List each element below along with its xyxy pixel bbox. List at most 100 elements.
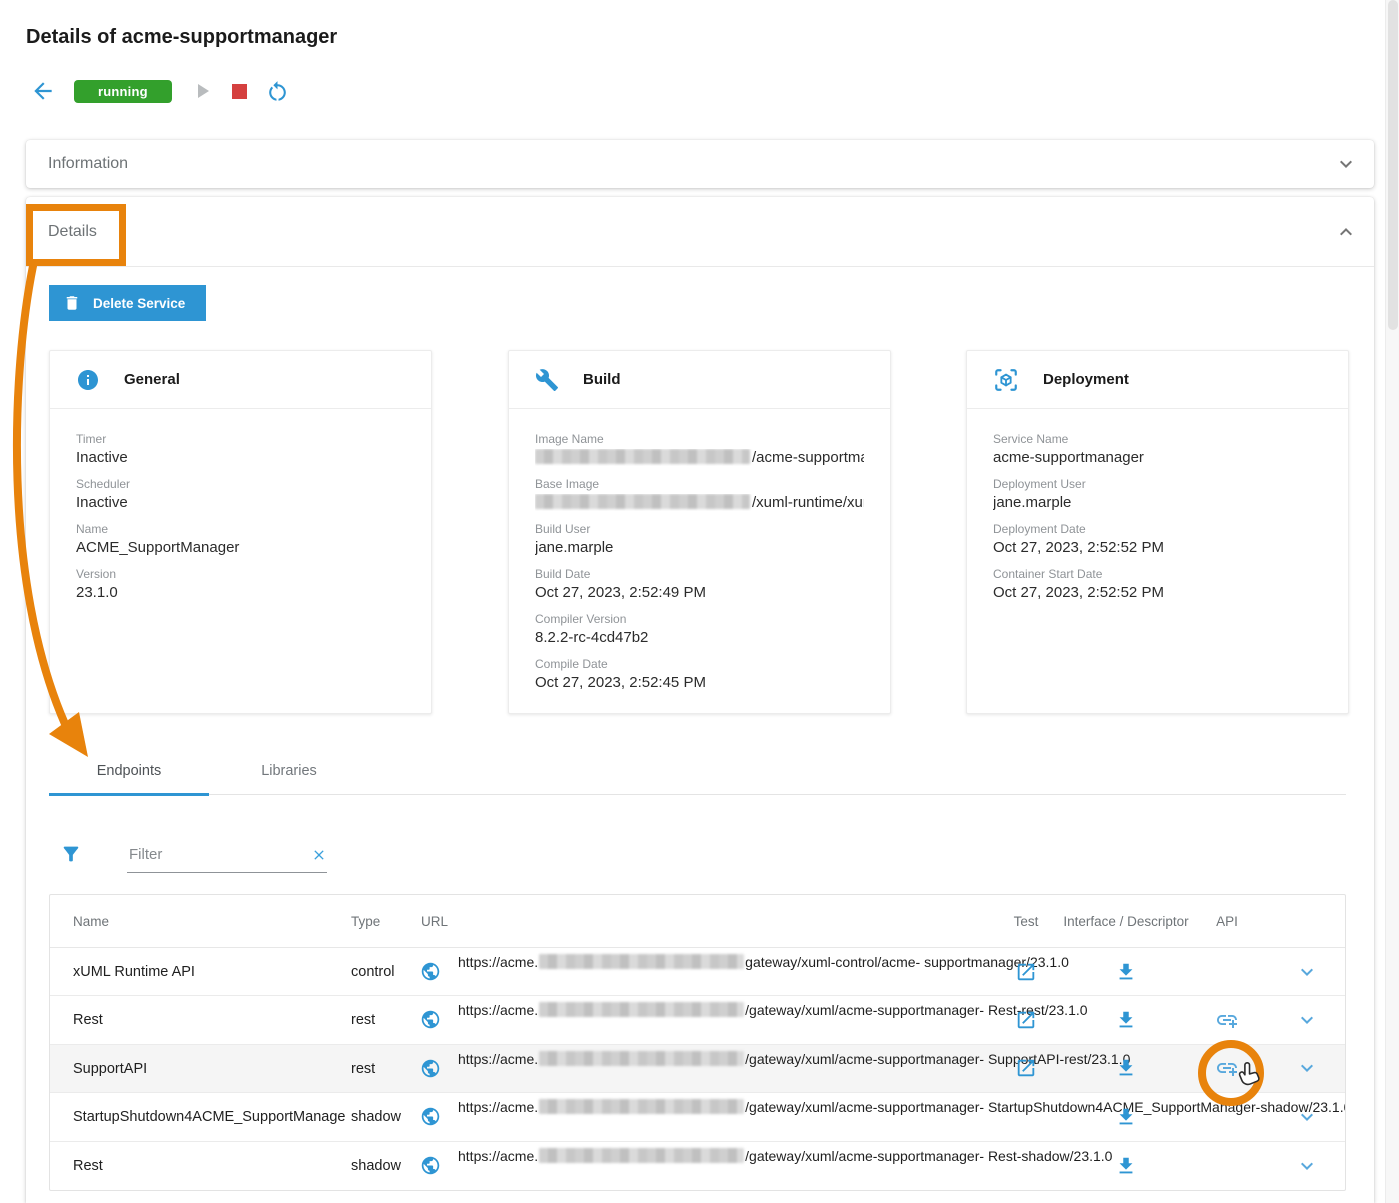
scrollbar-thumb[interactable]	[1388, 0, 1398, 330]
general-card-title: General	[124, 371, 180, 388]
redaction-block	[539, 954, 744, 969]
start-button[interactable]	[190, 79, 214, 103]
endpoint-type: control	[351, 948, 395, 996]
endpoint-name: SupportAPI	[73, 1045, 147, 1093]
add-api-link-button[interactable]	[1215, 1008, 1239, 1032]
download-descriptor-button[interactable]	[1115, 961, 1137, 983]
expand-row-button[interactable]	[1295, 1105, 1319, 1129]
endpoint-url[interactable]: https://acme./gateway/xuml/acme-supportm…	[458, 1001, 980, 1021]
endpoint-url[interactable]: https://acme./gateway/xuml/acme-supportm…	[458, 1050, 980, 1070]
field-value: ACME_SupportManager	[76, 539, 405, 556]
open-in-new-icon	[1015, 1009, 1037, 1031]
table-header: Name Type URL Test Interface / Descripto…	[50, 895, 1345, 948]
restart-button[interactable]	[265, 79, 290, 104]
tab-libraries[interactable]: Libraries	[209, 747, 369, 795]
status-badge: running	[74, 80, 172, 103]
download-descriptor-button[interactable]	[1115, 1009, 1137, 1031]
close-icon	[311, 847, 327, 863]
deployed-code-icon	[993, 367, 1019, 393]
col-header-test: Test	[1014, 895, 1039, 948]
active-tab-indicator	[49, 793, 209, 796]
globe-icon	[420, 1106, 441, 1127]
endpoint-url[interactable]: https://acme./gateway/xuml/acme-supportm…	[458, 1098, 980, 1118]
globe-icon	[420, 1155, 441, 1176]
globe-icon	[420, 961, 441, 982]
service-toolbar: running	[30, 76, 290, 106]
information-panel: Information	[26, 140, 1374, 188]
col-header-url: URL	[421, 895, 448, 948]
redaction-block	[539, 1099, 744, 1114]
information-panel-header[interactable]: Information	[26, 140, 1374, 188]
tab-endpoints[interactable]: Endpoints	[49, 747, 209, 795]
table-row: StartupShutdown4ACME_SupportManager shad…	[50, 1093, 1345, 1141]
endpoint-url[interactable]: https://acme.gateway/xuml-control/acme- …	[458, 953, 980, 973]
test-endpoint-button[interactable]	[1015, 961, 1037, 983]
redaction-block	[535, 449, 750, 464]
expand-row-button[interactable]	[1295, 960, 1319, 984]
field-label: Scheduler	[76, 477, 405, 491]
play-icon	[190, 79, 214, 103]
download-icon	[1115, 1057, 1137, 1079]
endpoint-name: xUML Runtime API	[73, 948, 195, 996]
details-panel-header[interactable]: Details	[26, 197, 1374, 267]
delete-service-button[interactable]: Delete Service	[49, 285, 206, 321]
col-header-type: Type	[351, 895, 380, 948]
clear-filter-button[interactable]	[311, 847, 327, 863]
field-value: Inactive	[76, 449, 405, 466]
endpoints-table: Name Type URL Test Interface / Descripto…	[49, 894, 1346, 1191]
endpoint-type: rest	[351, 1045, 375, 1093]
redaction-block	[539, 1148, 744, 1163]
build-card-title: Build	[583, 371, 621, 388]
redacted-value: /acme-supportman	[535, 449, 864, 466]
wrench-icon	[535, 368, 559, 392]
download-descriptor-button[interactable]	[1115, 1106, 1137, 1128]
endpoint-type: shadow	[351, 1142, 401, 1190]
stop-button[interactable]	[232, 84, 247, 99]
endpoint-name: Rest	[73, 996, 103, 1044]
page-title: Details of acme-supportmanager	[26, 26, 337, 49]
expand-row-button[interactable]	[1295, 1008, 1319, 1032]
chevron-up-icon	[1334, 220, 1358, 244]
download-icon	[1115, 961, 1137, 983]
open-in-new-icon	[1015, 1057, 1037, 1079]
redacted-value: /xuml-runtime/xum	[535, 494, 864, 511]
information-panel-label: Information	[48, 155, 128, 173]
endpoint-name: StartupShutdown4ACME_SupportManager	[73, 1093, 345, 1141]
add-link-icon	[1215, 1008, 1239, 1032]
details-panel-label: Details	[48, 223, 97, 241]
endpoint-type: rest	[351, 996, 375, 1044]
chevron-down-icon	[1295, 1056, 1319, 1080]
endpoint-url[interactable]: https://acme./gateway/xuml/acme-supportm…	[458, 1147, 980, 1167]
page-scrollbar[interactable]	[1385, 0, 1399, 1203]
test-endpoint-button[interactable]	[1015, 1057, 1037, 1079]
globe-icon	[420, 1009, 441, 1030]
back-button[interactable]	[30, 78, 56, 104]
chevron-down-icon	[1295, 1105, 1319, 1129]
stop-icon	[232, 84, 247, 99]
download-icon	[1115, 1106, 1137, 1128]
filter-input[interactable]	[127, 843, 297, 863]
deployment-card: Deployment Service Nameacme-supportmanag…	[966, 350, 1349, 714]
redaction-block	[539, 1051, 744, 1066]
trash-icon	[63, 294, 81, 312]
table-row: xUML Runtime API control https://acme.ga…	[50, 948, 1345, 996]
arrow-back-icon	[30, 78, 56, 104]
filter-icon	[60, 843, 82, 865]
field-label: Name	[76, 522, 405, 536]
expand-row-button[interactable]	[1295, 1154, 1319, 1178]
add-link-icon	[1215, 1056, 1239, 1080]
field-label: Version	[76, 567, 405, 581]
download-icon	[1115, 1009, 1137, 1031]
expand-row-button[interactable]	[1295, 1056, 1319, 1080]
delete-service-label: Delete Service	[93, 296, 185, 311]
filter-row	[60, 843, 327, 873]
endpoint-name: Rest	[73, 1142, 103, 1190]
download-icon	[1115, 1155, 1137, 1177]
test-endpoint-button[interactable]	[1015, 1009, 1037, 1031]
download-descriptor-button[interactable]	[1115, 1155, 1137, 1177]
redaction-block	[535, 494, 750, 509]
info-icon	[76, 368, 100, 392]
download-descriptor-button[interactable]	[1115, 1057, 1137, 1079]
chevron-down-icon	[1295, 1154, 1319, 1178]
add-api-link-button[interactable]	[1215, 1056, 1239, 1080]
